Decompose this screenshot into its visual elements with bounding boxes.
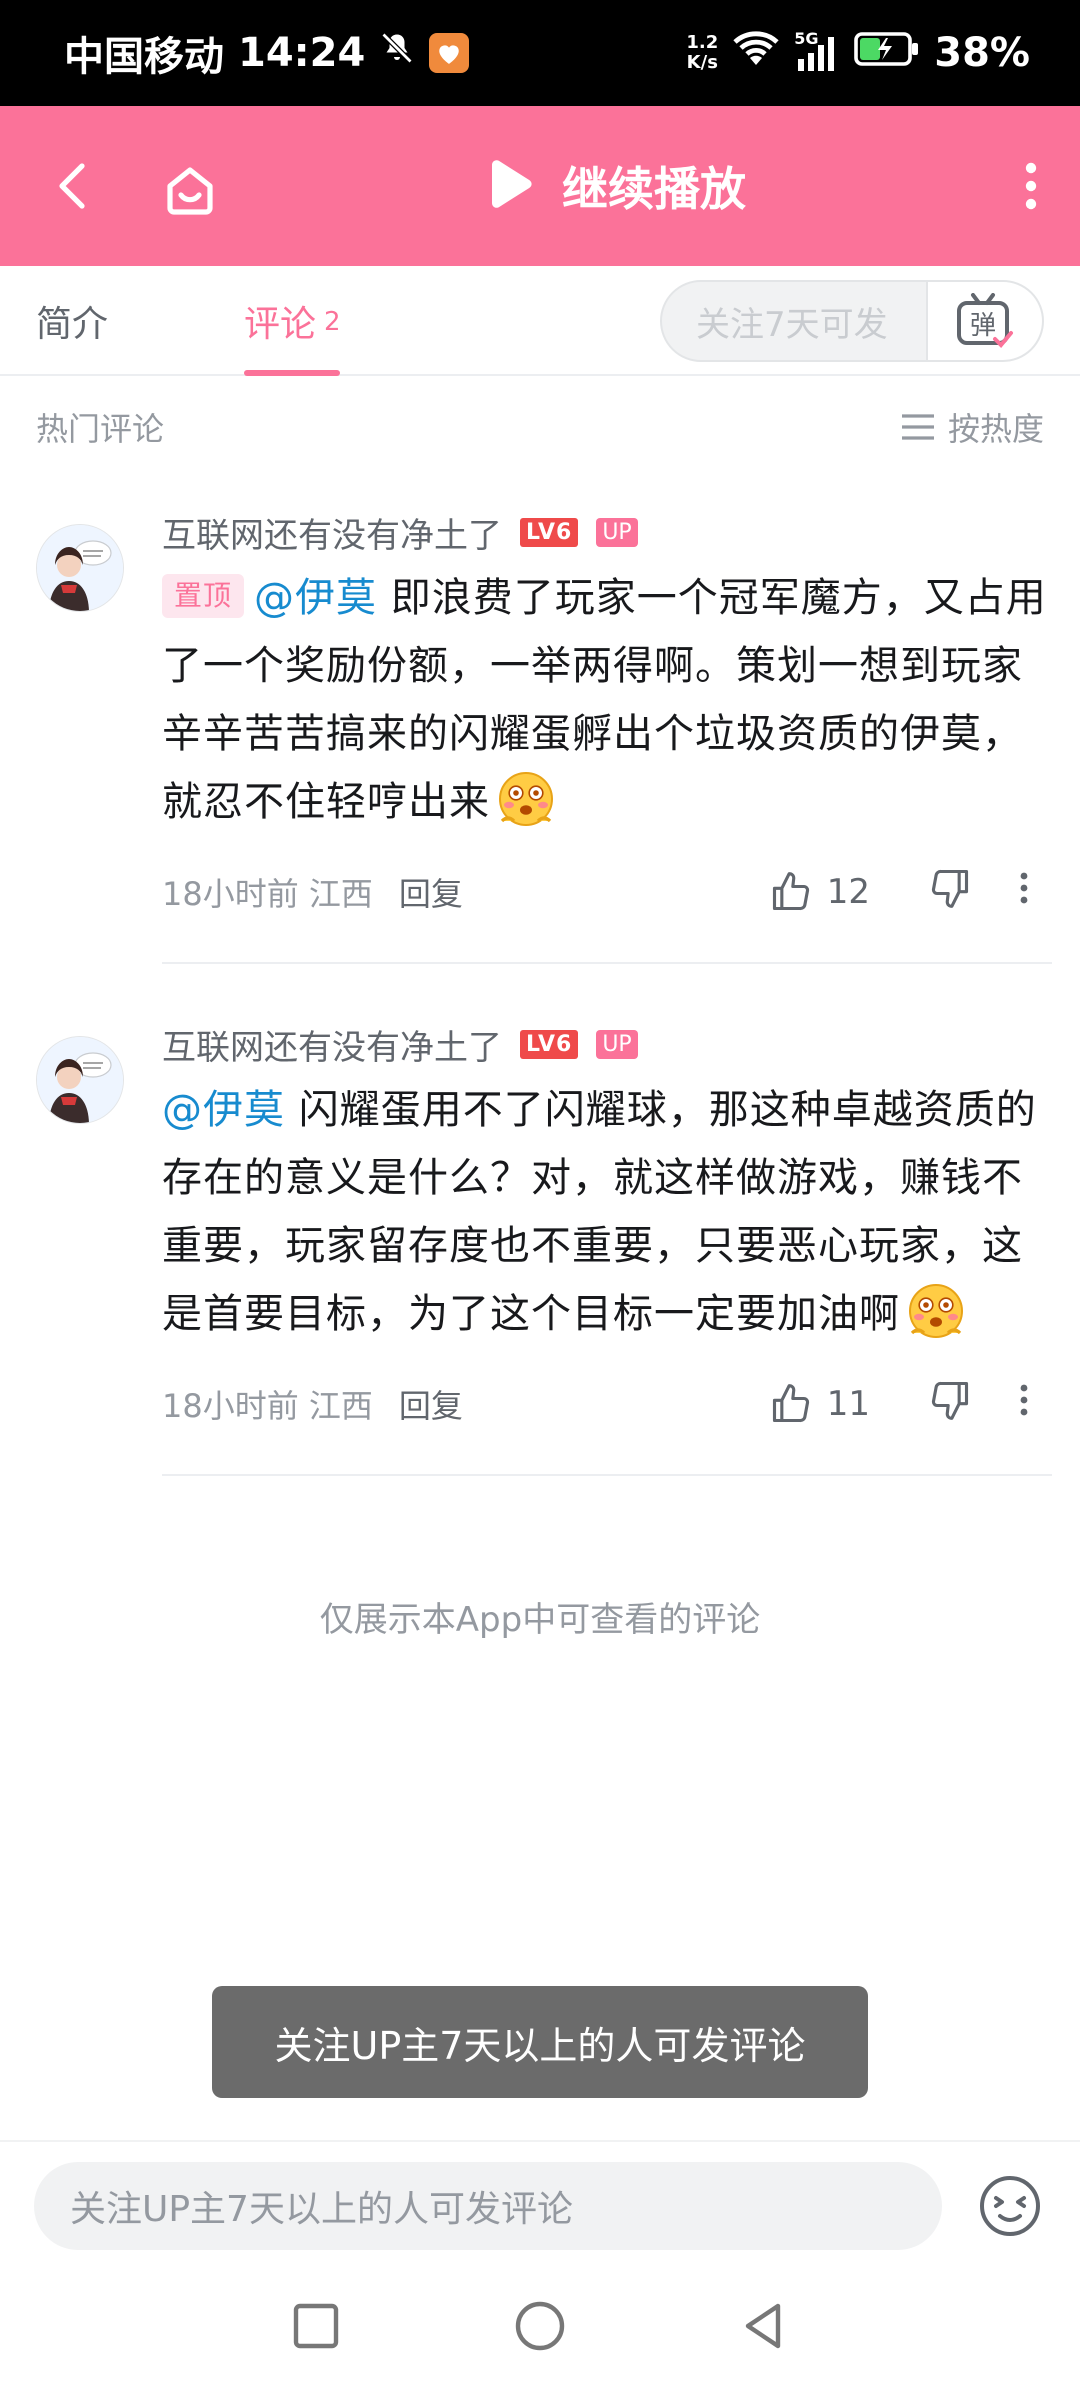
battery-icon (854, 30, 920, 76)
comment-footer: 18小时前 江西 回复 12 (162, 850, 1052, 934)
back-nav-button[interactable] (734, 2296, 794, 2356)
comment-input[interactable]: 关注UP主7天以上的人可发评论 (34, 2162, 942, 2250)
comment-header: 互联网还有没有净土了 LV6 UP (162, 500, 1052, 564)
pinned-badge: 置顶 (162, 574, 245, 618)
comment-time-location: 18小时前 江西 (162, 875, 373, 913)
like-button[interactable]: 11 (769, 1382, 870, 1426)
carrier-label: 中国移动 (64, 34, 224, 80)
emoji-button[interactable] (976, 2172, 1044, 2240)
status-right: 1.2 K/s 5G 38% (686, 0, 1030, 106)
more-vertical-icon (1020, 872, 1028, 904)
comment-divider (162, 962, 1052, 964)
hot-comments-title: 热门评论 (36, 410, 165, 448)
play-icon (492, 160, 532, 208)
circle-icon (515, 2301, 565, 2351)
status-left: 中国移动 14:24 (64, 0, 470, 106)
blush-emoji-icon (906, 1281, 966, 1341)
tab-intro[interactable]: 简介 (36, 266, 108, 376)
comment-actions: 12 (769, 850, 1030, 934)
home-nav-button[interactable] (510, 2296, 570, 2356)
comment-more-button[interactable] (1018, 1382, 1030, 1426)
battery-percent: 38% (934, 30, 1030, 76)
danmaku-icon: 弹 (957, 293, 1013, 348)
comment-username[interactable]: 互联网还有没有净土了 (162, 508, 502, 557)
mention-link[interactable]: @伊莫 (162, 1087, 285, 1133)
comment-username[interactable]: 互联网还有没有净土了 (162, 1020, 502, 1069)
more-vertical-icon (1025, 162, 1037, 210)
dislike-button[interactable] (928, 1378, 972, 1430)
clock: 14:24 (238, 30, 366, 76)
like-count: 11 (826, 1384, 870, 1424)
danmaku-button-label: 弹 (970, 311, 996, 341)
danmaku-toggle-button[interactable]: 弹 (926, 282, 1042, 360)
home-button[interactable] (160, 160, 220, 220)
danmaku-placeholder: 关注7天可发 (696, 304, 888, 345)
heart-app-icon (429, 33, 470, 73)
reply-button[interactable]: 回复 (399, 1381, 463, 1427)
continue-play-label: 继续播放 (562, 162, 746, 216)
tab-bar: 简介 评论 2 关注7天可发 弹 (0, 266, 1080, 376)
up-badge: UP (596, 517, 638, 547)
comment-count: 2 (324, 307, 341, 337)
comment-body: 互联网还有没有净土了 LV6 UP @伊莫 闪耀蛋用不了闪耀球，那这种卓越资质的… (162, 1012, 1052, 1476)
comments-notice: 仅展示本App中可查看的评论 (319, 1600, 761, 1640)
recents-button[interactable] (286, 2296, 346, 2356)
triangle-back-icon (745, 2303, 781, 2349)
wifi-icon (732, 29, 780, 77)
system-nav-bar (0, 2268, 1080, 2382)
back-icon (59, 163, 85, 209)
comment-text: 置顶 @伊莫 即浪费了玩家一个冠军魔方，又占用了一个奖励份额，一举两得啊。策划一想… (162, 564, 1052, 836)
status-bar: 中国移动 14:24 1.2 K/s 5G 38% (0, 0, 1080, 106)
comment-footer: 18小时前 江西 回复 11 (162, 1362, 1052, 1446)
emoji-icon (980, 2176, 1040, 2236)
square-icon (293, 2303, 339, 2349)
danmaku-input[interactable]: 关注7天可发 弹 (660, 280, 1044, 362)
comment-body: 互联网还有没有净土了 LV6 UP 置顶 @伊莫 即浪费了玩家一个冠军魔方，又占用… (162, 500, 1052, 964)
continue-play-button[interactable]: 继续播放 (484, 154, 746, 218)
tab-comments[interactable]: 评论 2 (244, 266, 341, 376)
toast-message: 关注UP主7天以上的人可发评论 (212, 1986, 868, 2098)
network-speed: 1.2 K/s (686, 32, 719, 73)
level-badge: LV6 (520, 517, 579, 547)
thumbs-down-icon (931, 1381, 969, 1420)
dislike-button[interactable] (928, 866, 972, 918)
comment-divider (162, 1474, 1052, 1476)
comment-input-bar: 关注UP主7天以上的人可发评论 (0, 2140, 1080, 2268)
thumbs-up-icon (772, 1384, 809, 1423)
level-badge: LV6 (520, 1029, 579, 1059)
mention-link[interactable]: @伊莫 (254, 575, 377, 621)
more-vertical-icon (1020, 1384, 1028, 1416)
comment-input-placeholder: 关注UP主7天以上的人可发评论 (70, 2189, 573, 2230)
avatar[interactable] (36, 1036, 124, 1124)
reply-button[interactable]: 回复 (399, 869, 463, 915)
up-badge: UP (596, 1029, 638, 1059)
more-options-button[interactable] (1016, 156, 1046, 216)
thumbs-down-icon (931, 869, 969, 908)
like-button[interactable]: 12 (769, 870, 870, 914)
comment-text: @伊莫 闪耀蛋用不了闪耀球，那这种卓越资质的存在的意义是什么？对，就这样做游戏，… (162, 1076, 1052, 1348)
sort-lines-icon (901, 414, 934, 440)
back-button[interactable] (44, 156, 104, 216)
video-header: 继续播放 (0, 106, 1080, 266)
comment-more-button[interactable] (1018, 870, 1030, 914)
sort-by-heat-button[interactable]: 按热度 (900, 404, 1044, 450)
avatar[interactable] (36, 524, 124, 612)
home-icon (167, 167, 213, 215)
comment-time-location: 18小时前 江西 (162, 1387, 373, 1425)
comment-actions: 11 (769, 1362, 1030, 1446)
cellular-signal-icon: 5G (794, 29, 840, 71)
comment-header: 互联网还有没有净土了 LV6 UP (162, 1012, 1052, 1076)
comment-sort-bar: 热门评论 按热度 (0, 376, 1080, 476)
like-count: 12 (826, 872, 870, 912)
thumbs-up-icon (772, 872, 809, 911)
blush-emoji-icon (496, 769, 556, 829)
mute-bell-icon (379, 30, 415, 76)
